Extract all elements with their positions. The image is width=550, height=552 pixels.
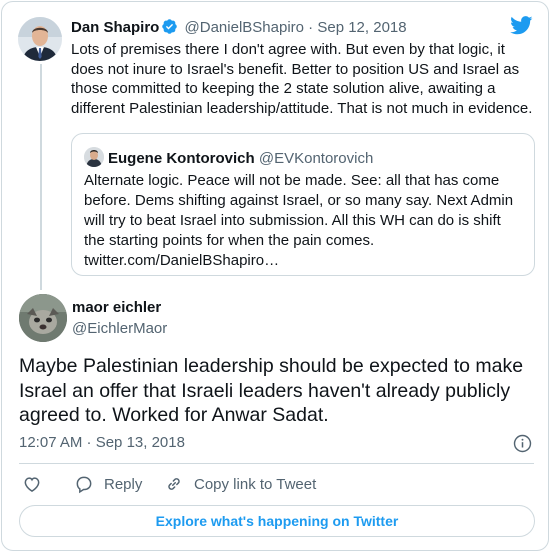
link-icon bbox=[168, 478, 180, 490]
parent-tweet-header: Dan Shapiro @DanielBShapiro · Sep 12, 20… bbox=[71, 18, 407, 39]
heart-icon bbox=[24, 477, 40, 492]
avatar-dan-shapiro[interactable] bbox=[18, 17, 62, 61]
verified-badge-icon bbox=[161, 18, 178, 39]
reply-icon bbox=[76, 476, 92, 494]
info-icon[interactable] bbox=[513, 434, 532, 453]
thread-connector-line bbox=[40, 64, 42, 290]
twitter-bird-icon[interactable] bbox=[510, 16, 533, 35]
reply-button[interactable]: Reply bbox=[74, 474, 142, 494]
tweet-date[interactable]: Sep 12, 2018 bbox=[317, 19, 406, 36]
parent-tweet-text: Lots of premises there I don't agree wit… bbox=[71, 41, 533, 117]
quoted-tweet-text: Alternate logic. Peace will not be made.… bbox=[84, 172, 514, 249]
avatar-maor-eichler[interactable] bbox=[19, 294, 67, 342]
embedded-tweet-card: Dan Shapiro @DanielBShapiro · Sep 12, 20… bbox=[1, 1, 549, 551]
quoted-author-name: Eugene Kontorovich bbox=[108, 150, 255, 167]
quoted-author-handle: @EVKontorovich bbox=[258, 150, 374, 167]
quoted-tweet-link[interactable]: twitter.com/DanielBShapiro… bbox=[84, 252, 279, 269]
tweet-timestamp[interactable]: 12:07 AM · Sep 13, 2018 bbox=[19, 434, 185, 451]
explore-twitter-button[interactable]: Explore what's happening on Twitter bbox=[19, 505, 535, 537]
author-name[interactable]: Dan Shapiro bbox=[71, 19, 159, 36]
avatar-eugene-kontorovich bbox=[84, 147, 104, 167]
author-handle[interactable]: @DanielBShapiro bbox=[185, 19, 304, 36]
main-tweet-text: Maybe Palestinian leadership should be e… bbox=[19, 355, 524, 426]
quoted-tweet[interactable]: Eugene Kontorovich @EVKontorovich Altern… bbox=[71, 133, 535, 276]
like-button[interactable] bbox=[22, 474, 52, 494]
reply-label: Reply bbox=[104, 475, 143, 493]
separator-dot: · bbox=[308, 19, 314, 36]
main-author-handle[interactable]: @EichlerMaor bbox=[72, 320, 167, 337]
copy-link-button[interactable]: Copy link to Tweet bbox=[164, 474, 316, 494]
quoted-tweet-header: Eugene Kontorovich @EVKontorovich bbox=[84, 147, 373, 167]
divider bbox=[19, 463, 534, 464]
copy-link-label: Copy link to Tweet bbox=[194, 475, 317, 493]
quoted-tweet-body: Alternate logic. Peace will not be made.… bbox=[84, 171, 524, 271]
main-author-name[interactable]: maor eichler bbox=[72, 299, 161, 316]
